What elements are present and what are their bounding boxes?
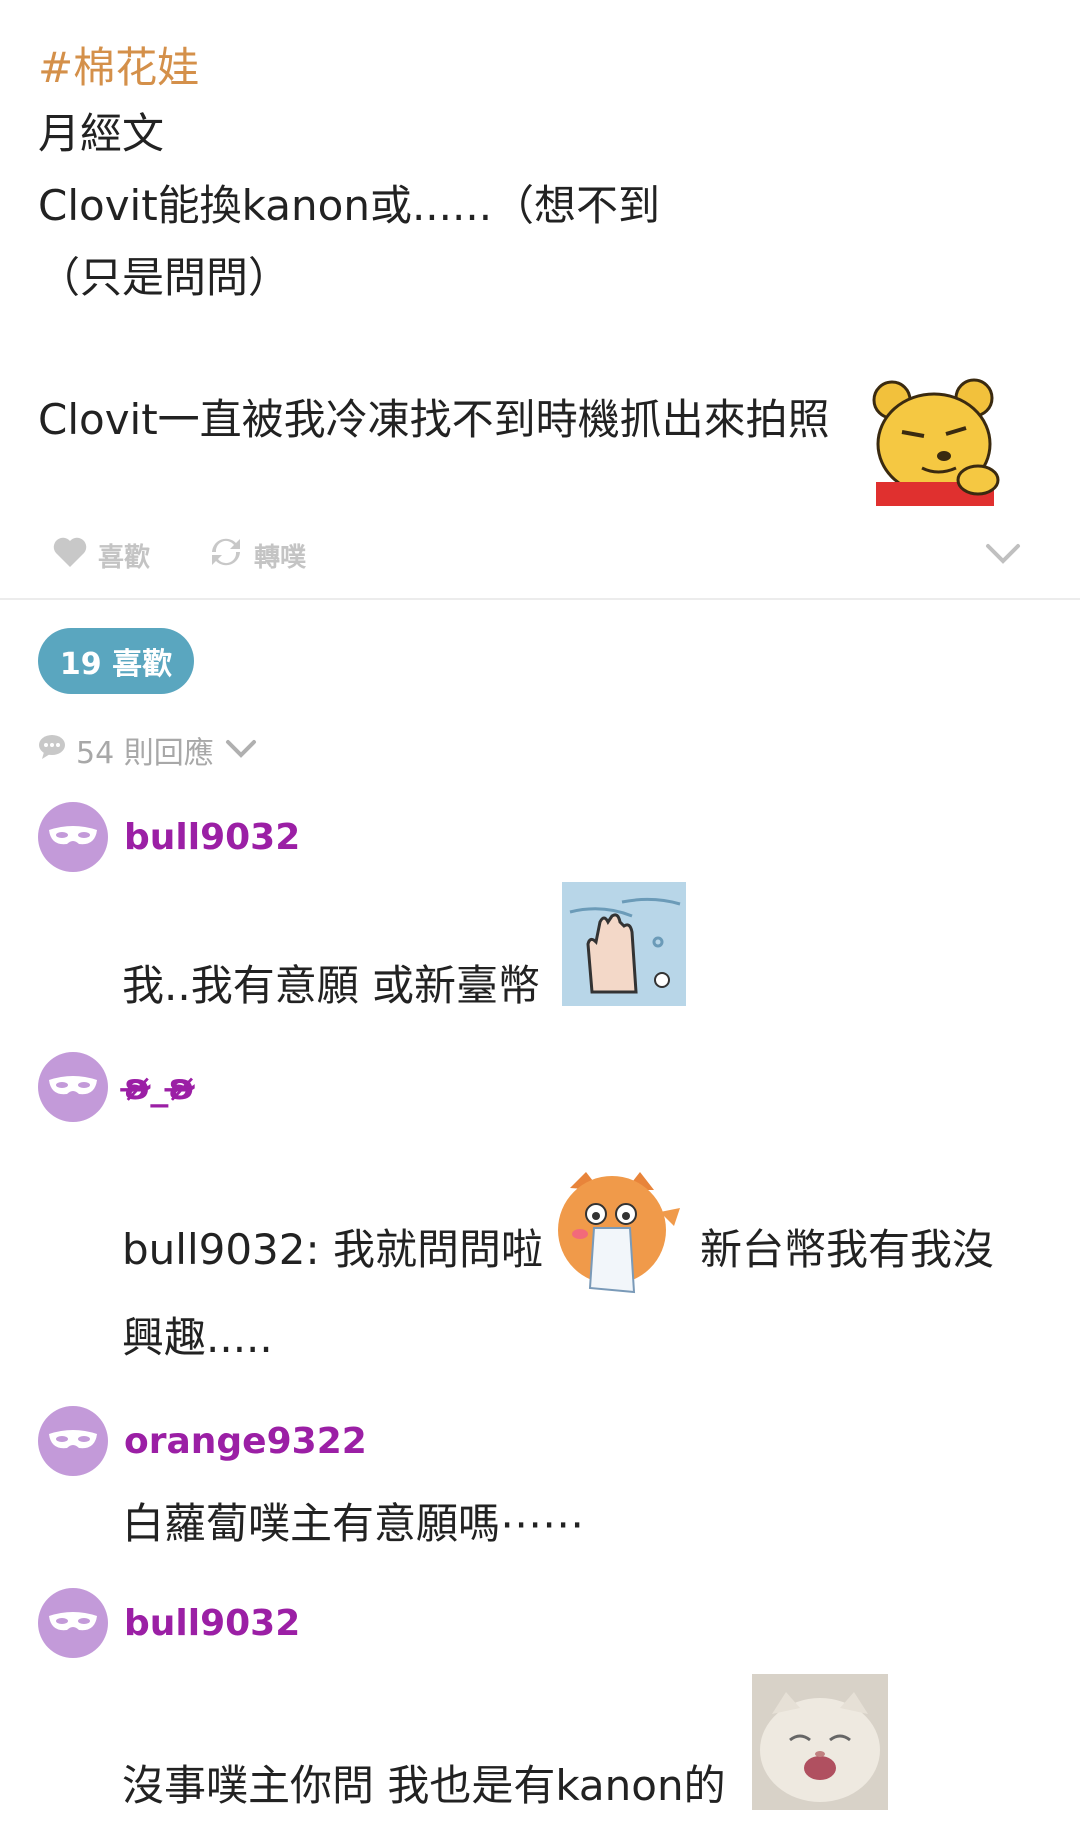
like-label: 喜歡 bbox=[98, 543, 151, 573]
replies-count: 54 則回應 bbox=[76, 736, 214, 771]
likes-badge[interactable]: 19 喜歡 bbox=[38, 628, 194, 694]
post-text-line-1: 月經文 bbox=[38, 109, 165, 158]
mask-icon bbox=[49, 826, 97, 845]
comment-text: 沒事噗主你問 我也是有kanon的 bbox=[122, 1761, 726, 1810]
avatar[interactable] bbox=[38, 1588, 108, 1658]
comment-text: 我..我有意願 或新臺幣 bbox=[122, 961, 541, 1010]
username[interactable]: ʚ̴̶̷̷_ʚ̴̶̷̷ bbox=[124, 1067, 195, 1108]
replurk-button[interactable]: 轉噗 bbox=[208, 536, 306, 575]
chevron-down-icon bbox=[224, 733, 258, 768]
speech-bubble-icon bbox=[38, 733, 66, 768]
comment-header: ʚ̴̶̷̷_ʚ̴̶̷̷ bbox=[38, 1052, 195, 1122]
post-actions: 喜歡 轉噗 bbox=[52, 536, 1042, 586]
comment-text-part-a: bull9032: 我就問問啦 bbox=[122, 1225, 544, 1274]
pooh-sticker bbox=[866, 372, 1004, 506]
divider bbox=[0, 598, 1080, 600]
avatar[interactable] bbox=[38, 1406, 108, 1476]
chevron-down-icon[interactable] bbox=[984, 542, 1022, 566]
hand-in-water-sticker bbox=[562, 882, 686, 1006]
replies-toggle[interactable]: 54 則回應 bbox=[38, 728, 258, 772]
comment-text: 白蘿蔔噗主有意願嗎⋯⋯ bbox=[122, 1499, 585, 1548]
heart-icon bbox=[52, 536, 88, 575]
mask-icon bbox=[49, 1076, 97, 1095]
replurk-icon bbox=[208, 536, 244, 575]
post-text-line-2: Clovit能換kanon或......（想不到 bbox=[38, 181, 661, 230]
mask-icon bbox=[49, 1612, 97, 1631]
laughing-cat-sticker bbox=[752, 1674, 888, 1810]
comment-text-part-b: 新台幣我有我沒 bbox=[700, 1225, 995, 1274]
comment-text-part-c: 興趣..... bbox=[122, 1313, 273, 1362]
crying-fox-sticker bbox=[550, 1168, 686, 1296]
username[interactable]: bull9032 bbox=[124, 817, 300, 858]
post-text-line-3: （只是問問） bbox=[38, 253, 291, 302]
avatar[interactable] bbox=[38, 1052, 108, 1122]
replurk-label: 轉噗 bbox=[254, 543, 307, 573]
comment-header: orange9322 bbox=[38, 1406, 367, 1476]
avatar[interactable] bbox=[38, 802, 108, 872]
like-button[interactable]: 喜歡 bbox=[52, 536, 150, 575]
comment-header: bull9032 bbox=[38, 802, 300, 872]
username[interactable]: orange9322 bbox=[124, 1421, 367, 1462]
post-hashtag[interactable]: #棉花娃 bbox=[38, 34, 199, 95]
comment-header: bull9032 bbox=[38, 1588, 300, 1658]
username[interactable]: bull9032 bbox=[124, 1603, 300, 1644]
mask-icon bbox=[49, 1430, 97, 1449]
post-text-line-4: Clovit一直被我冷凍找不到時機抓出來拍照 bbox=[38, 395, 830, 444]
